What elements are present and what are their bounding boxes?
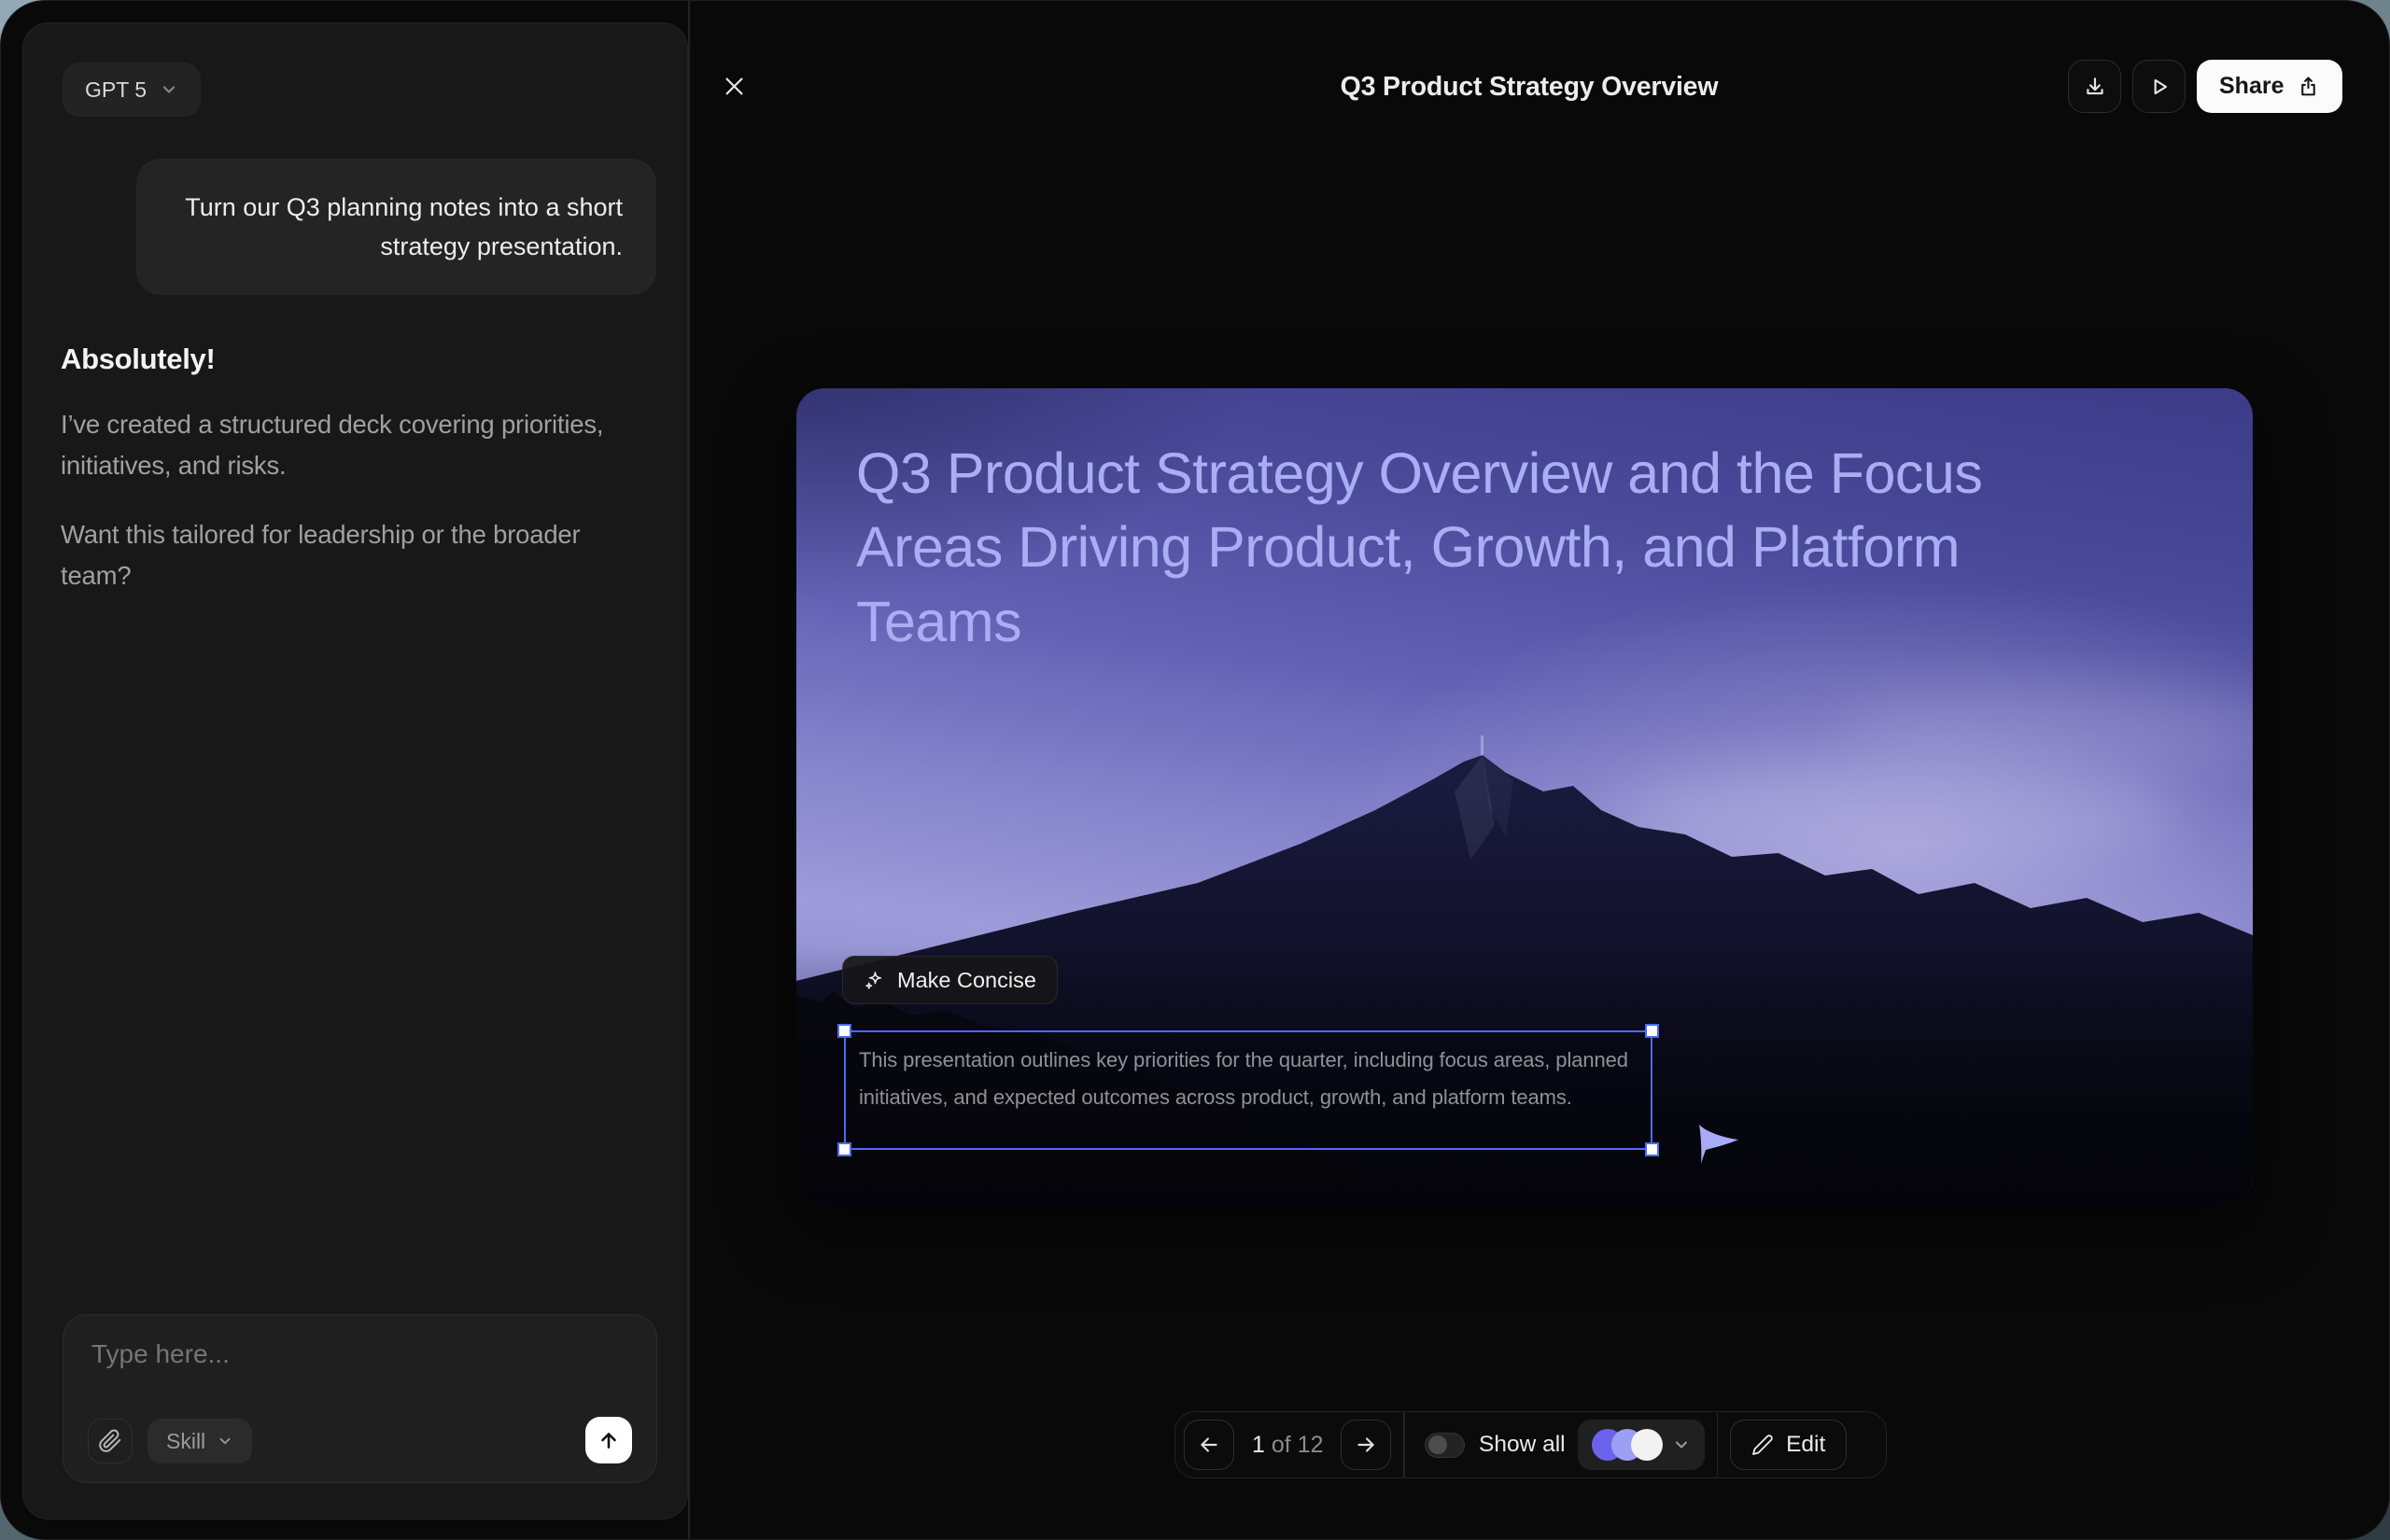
close-icon (722, 74, 747, 99)
divider (1717, 1411, 1719, 1478)
slide-controls-bar: 1 of 12 Show all (1174, 1411, 1887, 1478)
previous-slide-button[interactable] (1184, 1420, 1234, 1470)
chat-panel: GPT 5 Turn our Q3 planning notes into a … (22, 22, 688, 1519)
slide-description-textbox[interactable]: This presentation outlines key prioritie… (844, 1030, 1652, 1150)
chevron-down-icon (1672, 1435, 1691, 1454)
assistant-paragraph: Want this tailored for leadership or the… (61, 514, 610, 596)
edit-button-label: Edit (1786, 1432, 1825, 1458)
model-selector[interactable]: GPT 5 (63, 63, 201, 117)
divider (1403, 1411, 1405, 1478)
panel-divider (688, 1, 690, 1540)
slide-description-text: This presentation outlines key prioritie… (859, 1042, 1641, 1115)
make-concise-button[interactable]: Make Concise (842, 956, 1058, 1004)
play-icon (2147, 75, 2172, 99)
share-button-label: Share (2219, 73, 2284, 100)
chevron-down-icon (217, 1433, 233, 1449)
user-message-bubble: Turn our Q3 planning notes into a short … (136, 159, 656, 295)
page-total: 12 (1298, 1432, 1324, 1458)
download-button[interactable] (2068, 60, 2121, 113)
theme-swatch-white (1631, 1429, 1663, 1461)
user-message-text: Turn our Q3 planning notes into a short … (185, 193, 623, 260)
theme-color-dropdown[interactable] (1578, 1420, 1705, 1470)
paperclip-icon (98, 1429, 122, 1453)
slide-canvas: Q3 Product Strategy Overview and the Foc… (796, 388, 2253, 1205)
skill-dropdown-label: Skill (166, 1429, 205, 1454)
show-all-control: Show all (1417, 1432, 1566, 1458)
slide-title[interactable]: Q3 Product Strategy Overview and the Foc… (856, 437, 2116, 659)
chevron-down-icon (160, 80, 178, 99)
show-all-toggle[interactable] (1425, 1433, 1465, 1458)
edit-button[interactable]: Edit (1730, 1420, 1847, 1470)
present-button[interactable] (2132, 60, 2186, 113)
composer-input[interactable]: Type here... (91, 1339, 230, 1369)
arrow-left-icon (1197, 1433, 1221, 1457)
selection-handle-bottom-right[interactable] (1645, 1142, 1659, 1156)
assistant-heading: Absolutely! (61, 343, 649, 376)
next-slide-button[interactable] (1341, 1420, 1391, 1470)
page-separator: of (1272, 1432, 1291, 1458)
toggle-knob (1428, 1435, 1447, 1454)
arrow-right-icon (1354, 1433, 1378, 1457)
selection-handle-top-right[interactable] (1645, 1024, 1659, 1038)
share-button[interactable]: Share (2197, 60, 2342, 113)
show-all-label: Show all (1479, 1432, 1566, 1458)
assistant-paragraph: I’ve created a structured deck covering … (61, 404, 610, 486)
page-indicator: 1 of 12 (1246, 1432, 1329, 1459)
composer[interactable]: Type here... Skill (63, 1314, 657, 1483)
page-current: 1 (1252, 1432, 1265, 1458)
sparkle-icon (864, 970, 885, 991)
make-concise-label: Make Concise (897, 968, 1036, 993)
download-icon (2083, 75, 2107, 99)
send-button[interactable] (585, 1417, 632, 1463)
pencil-icon (1751, 1434, 1774, 1456)
assistant-message: Absolutely! I’ve created a structured de… (61, 343, 649, 596)
app-window: GPT 5 Turn our Q3 planning notes into a … (0, 0, 2390, 1540)
skill-dropdown[interactable]: Skill (148, 1419, 252, 1463)
close-button[interactable] (710, 63, 757, 109)
cursor-pointer-icon (1695, 1122, 1744, 1167)
theme-swatches (1592, 1429, 1663, 1461)
selection-handle-bottom-left[interactable] (837, 1142, 851, 1156)
attach-button[interactable] (88, 1419, 133, 1463)
arrow-up-icon (597, 1428, 621, 1452)
selection-handle-top-left[interactable] (837, 1024, 851, 1038)
share-icon (2297, 75, 2320, 98)
model-selector-label: GPT 5 (85, 77, 147, 103)
